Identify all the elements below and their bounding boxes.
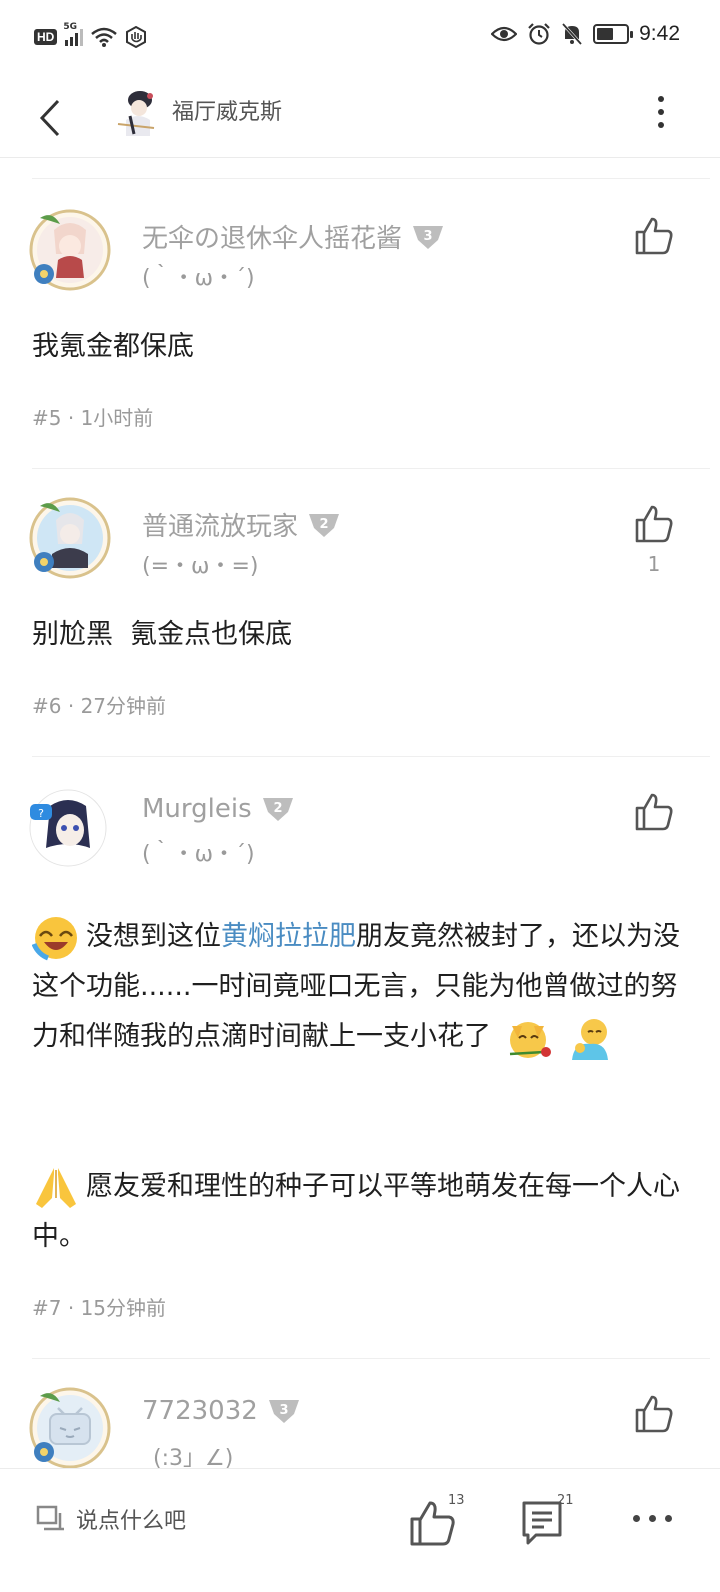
thumbs-up-icon[interactable] (634, 1394, 674, 1434)
comment-meta: #6 · 27分钟前 (32, 694, 167, 718)
top-app-bar: 福厅威克斯 (0, 78, 720, 158)
author-avatar[interactable] (116, 86, 160, 138)
user-avatar[interactable] (28, 496, 112, 580)
comment-input[interactable]: 说点什么吧 (36, 1503, 186, 1535)
svg-text:2: 2 (319, 517, 328, 532)
level-badge-icon: 3 (268, 1400, 299, 1423)
cellular-signal-icon: 5G (63, 22, 84, 46)
comment-time: 15分钟前 (80, 1296, 167, 1320)
username[interactable]: 普通流放玩家 (142, 506, 298, 543)
username[interactable]: 7723032 (142, 1396, 258, 1426)
comment-time: 1小时前 (80, 406, 154, 430)
thumbs-up-icon[interactable] (634, 216, 674, 256)
user-signature: (=・ω・=) (142, 554, 259, 579)
user-signature: _(:3」∠)_ (142, 1446, 245, 1468)
eye-icon (491, 26, 518, 42)
comment-body: 没想到这位黄焖拉拉肥朋友竟然被封了，还以为没这个功能......一时间竟哑口无言… (32, 912, 680, 1062)
user-mention-link[interactable]: 黄焖拉拉肥 (221, 921, 356, 952)
comment-meta: #7 · 15分钟前 (32, 1296, 167, 1320)
dog-with-rose-emoji-icon (509, 1021, 551, 1058)
comment-time: 27分钟前 (80, 694, 167, 718)
mute-bell-icon (562, 22, 583, 46)
comment-item: 7723032 3 _(:3」∠)_ (0, 1358, 720, 1468)
hand-app-icon (126, 26, 147, 48)
comment-meta: #5 · 1小时前 (32, 406, 154, 430)
svg-text:2: 2 (273, 801, 282, 816)
more-actions-button[interactable] (633, 1515, 672, 1522)
user-avatar[interactable] (28, 1386, 112, 1468)
hd-badge: HD (34, 29, 58, 45)
comment-item: ? Murgleis 2 (｀・ω・´) 没想到这位黄焖拉拉肥朋友竟然被封了，还… (0, 756, 720, 1358)
comment-body-paragraph: 愿友爱和理性的种子可以平等地萌发在每一个人心中。 (32, 1162, 680, 1262)
network-type-label: 5G (63, 22, 77, 32)
post-like-count: 13 (448, 1493, 465, 1508)
comment-body: 别尬黑 氪金点也保底 (32, 619, 293, 650)
floor-number: #7 (32, 1296, 62, 1320)
comment-item: 普通流放玩家 2 (=・ω・=) 1 别尬黑 氪金点也保底 #6 · 27分钟前 (0, 468, 720, 756)
like-count: 1 (647, 552, 661, 576)
svg-text:3: 3 (279, 1403, 288, 1418)
comment-item: 无伞の退休伞人摇花酱 3 (｀・ω・´) 我氪金都保底 #5 · 1小时前 (0, 180, 720, 468)
status-bar: HD 5G 9:42 (0, 0, 720, 78)
more-vertical-icon (658, 96, 664, 102)
username[interactable]: 无伞の退休伞人摇花酱 (142, 218, 402, 255)
svg-text:3: 3 (423, 229, 432, 244)
post-comment-count: 21 (557, 1493, 574, 1508)
level-badge-icon: 2 (262, 798, 293, 821)
page-title: 福厅威克斯 (172, 100, 283, 125)
level-badge-icon: 3 (413, 225, 444, 249)
level-badge-icon: 2 (309, 513, 340, 537)
alarm-icon (528, 23, 550, 45)
divider (32, 178, 710, 179)
battery-icon (593, 24, 634, 44)
wifi-icon (91, 27, 118, 47)
folded-hands-emoji-icon (36, 1167, 76, 1208)
status-clock: 9:42 (639, 22, 680, 45)
floor-number: #6 (32, 694, 62, 718)
hug-emoji-icon (572, 1018, 609, 1060)
thumbs-up-icon[interactable] (634, 504, 674, 544)
comment-body: 我氪金都保底 (32, 331, 194, 362)
username[interactable]: Murgleis (142, 794, 252, 824)
bottom-action-bar: 说点什么吧 13 21 (0, 1468, 720, 1592)
comment-input-placeholder: 说点什么吧 (76, 1509, 187, 1534)
floor-number: #5 (32, 406, 62, 430)
user-signature: (｀・ω・´) (142, 842, 255, 867)
more-horizontal-icon (633, 1515, 640, 1522)
svg-text:?: ? (38, 807, 44, 820)
edit-icon (36, 1505, 64, 1531)
body-text-part: 愿友爱和理性的种子可以平等地萌发在每一个人心中。 (32, 1171, 680, 1252)
laughing-emoji-icon (32, 916, 77, 960)
user-avatar[interactable]: ? (28, 788, 108, 868)
more-options-button[interactable] (646, 92, 676, 132)
body-text-part: 没想到这位 (86, 921, 221, 952)
back-button[interactable] (30, 88, 70, 148)
user-signature: (｀・ω・´) (142, 266, 255, 291)
thumbs-up-icon[interactable] (634, 792, 674, 832)
chevron-left-icon (39, 99, 60, 137)
user-avatar[interactable] (28, 208, 112, 292)
